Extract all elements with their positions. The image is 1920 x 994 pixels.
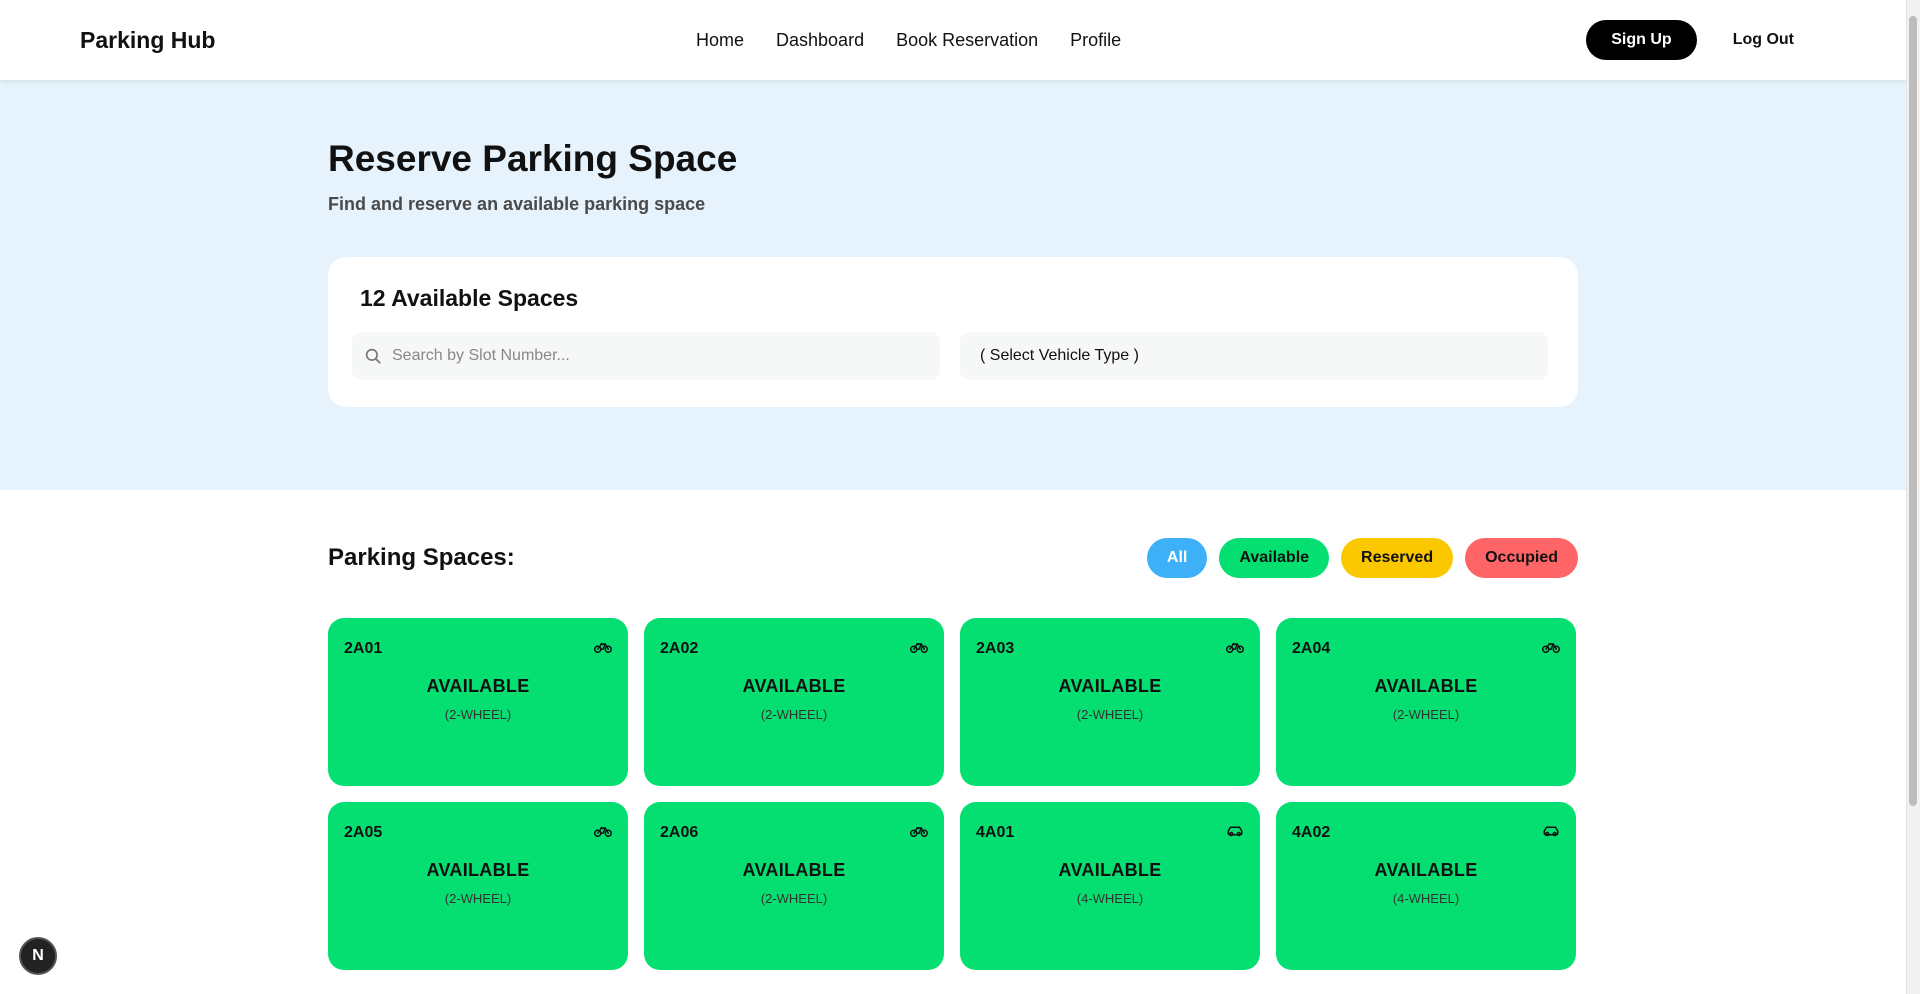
slot-card[interactable]: 2A02 AVAILABLE (2-WHEEL)	[644, 618, 944, 786]
nav-link-book-reservation[interactable]: Book Reservation	[896, 30, 1038, 51]
car-icon	[1542, 824, 1560, 838]
search-card: 12 Available Spaces ( Select Vehicle Typ…	[328, 257, 1578, 407]
page: Parking Hub Home Dashboard Book Reservat…	[0, 0, 1906, 994]
slot-id: 4A01	[976, 824, 1015, 841]
slot-type: (2-WHEEL)	[1392, 707, 1460, 722]
bike-icon	[910, 640, 928, 654]
search-input[interactable]	[392, 347, 912, 365]
slot-status: AVAILABLE	[426, 676, 530, 696]
bike-icon	[910, 824, 928, 838]
slot-status: AVAILABLE	[426, 860, 530, 880]
car-icon	[1226, 824, 1244, 838]
filter-all-button[interactable]: All	[1146, 538, 1208, 578]
filter-group: All Available Reserved Occupied	[1146, 538, 1578, 578]
page-scrollbar[interactable]	[1906, 0, 1920, 994]
signup-button[interactable]: Sign Up	[1586, 20, 1697, 60]
slot-status: AVAILABLE	[1058, 676, 1162, 696]
bike-icon	[594, 824, 612, 838]
filter-reserved-button[interactable]: Reserved	[1341, 538, 1454, 578]
slot-id: 2A04	[1292, 640, 1331, 657]
slot-status: AVAILABLE	[742, 860, 846, 880]
slot-id: 2A06	[660, 824, 699, 841]
nav-actions: Sign Up Log Out	[1586, 0, 1794, 80]
search-icon	[365, 348, 381, 364]
slot-card[interactable]: 2A05 AVAILABLE (2-WHEEL)	[328, 802, 628, 970]
slot-type: (2-WHEEL)	[760, 891, 828, 906]
slot-type: (2-WHEEL)	[444, 891, 512, 906]
bike-icon	[1542, 640, 1560, 654]
slot-type: (4-WHEEL)	[1392, 891, 1460, 906]
slot-type: (2-WHEEL)	[760, 707, 828, 722]
slot-card[interactable]: 4A02 AVAILABLE (4-WHEEL)	[1276, 802, 1576, 970]
filter-available-button[interactable]: Available	[1219, 538, 1330, 578]
hero-section: Reserve Parking Space Find and reserve a…	[0, 80, 1906, 490]
spaces-heading: Parking Spaces:	[328, 544, 515, 571]
slot-card[interactable]: 4A01 AVAILABLE (4-WHEEL)	[960, 802, 1260, 970]
slot-id: 2A03	[976, 640, 1015, 657]
slot-type: (2-WHEEL)	[1076, 707, 1144, 722]
slot-card[interactable]: 2A06 AVAILABLE (2-WHEEL)	[644, 802, 944, 970]
slot-card[interactable]: 2A04 AVAILABLE (2-WHEEL)	[1276, 618, 1576, 786]
slot-status: AVAILABLE	[1374, 860, 1478, 880]
slot-status: AVAILABLE	[1058, 860, 1162, 880]
filter-occupied-button[interactable]: Occupied	[1465, 538, 1578, 578]
bike-icon	[1226, 640, 1244, 654]
slot-card[interactable]: 2A01 AVAILABLE (2-WHEEL)	[328, 618, 628, 786]
brand-logo[interactable]: Parking Hub	[80, 27, 215, 54]
vehicle-type-select[interactable]: ( Select Vehicle Type )	[960, 332, 1548, 380]
slot-type: (2-WHEEL)	[444, 707, 512, 722]
nav-link-profile[interactable]: Profile	[1070, 30, 1121, 51]
slot-id: 2A05	[344, 824, 383, 841]
slot-status: AVAILABLE	[1374, 676, 1478, 696]
spaces-header: Parking Spaces: All Available Reserved O…	[328, 538, 1578, 578]
slot-id: 2A01	[344, 640, 383, 657]
slot-id: 2A02	[660, 640, 699, 657]
slot-status: AVAILABLE	[742, 676, 846, 696]
scrollbar-thumb[interactable]	[1909, 16, 1917, 806]
slots-grid: 2A01 AVAILABLE (2-WHEEL) 2A02 AVAILABLE …	[328, 618, 1578, 970]
slot-type: (4-WHEEL)	[1076, 891, 1144, 906]
bike-icon	[594, 640, 612, 654]
dev-tools-badge[interactable]: N	[19, 937, 57, 975]
page-title: Reserve Parking Space	[328, 138, 738, 179]
page-subtitle: Find and reserve an available parking sp…	[328, 194, 706, 214]
nav-link-home[interactable]: Home	[696, 30, 744, 51]
nav-links: Home Dashboard Book Reservation Profile	[696, 0, 1121, 80]
search-box	[352, 332, 940, 380]
slot-id: 4A02	[1292, 824, 1331, 841]
slot-card[interactable]: 2A03 AVAILABLE (2-WHEEL)	[960, 618, 1260, 786]
available-count: 12 Available Spaces	[360, 285, 579, 311]
navbar: Parking Hub Home Dashboard Book Reservat…	[0, 0, 1906, 80]
nav-link-dashboard[interactable]: Dashboard	[776, 30, 864, 51]
parking-spaces-section: Parking Spaces: All Available Reserved O…	[0, 490, 1906, 970]
logout-button[interactable]: Log Out	[1733, 31, 1794, 49]
search-row: ( Select Vehicle Type )	[352, 332, 1554, 380]
